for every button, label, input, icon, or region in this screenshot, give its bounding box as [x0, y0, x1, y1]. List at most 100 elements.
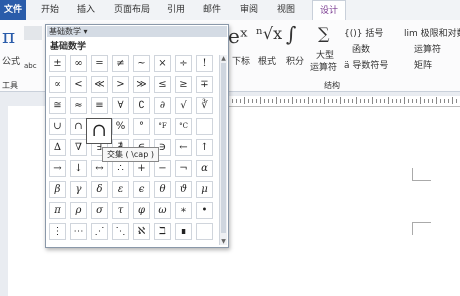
- operator-button[interactable]: 运算符: [414, 42, 441, 55]
- symbol-cell[interactable]: ⋱: [112, 223, 129, 240]
- symbol-cell[interactable]: ↓: [70, 160, 87, 177]
- symbol-cell[interactable]: =: [91, 55, 108, 72]
- symbol-cell[interactable]: ±: [49, 55, 66, 72]
- radical-label[interactable]: 根式: [258, 54, 276, 67]
- symbol-cell[interactable]: →: [49, 160, 66, 177]
- symbol-cell[interactable]: ≫: [133, 76, 150, 93]
- symbol-cell[interactable]: ↑: [196, 139, 213, 156]
- formula-icon[interactable]: π: [2, 24, 15, 48]
- gallery-scrollbar[interactable]: ▲ ▼: [219, 55, 227, 245]
- symbol-cell[interactable]: θ: [154, 181, 171, 198]
- large-operator-label-2[interactable]: 运算符: [310, 60, 337, 73]
- symbol-cell[interactable]: ∀: [112, 97, 129, 114]
- symbol-cell[interactable]: τ: [112, 202, 129, 219]
- symbol-cell[interactable]: ∁: [133, 97, 150, 114]
- symbol-cell[interactable]: ⋰: [91, 223, 108, 240]
- horizontal-ruler[interactable]: [228, 96, 460, 107]
- symbol-cell[interactable]: ↔: [91, 160, 108, 177]
- symbol-cell-hovered[interactable]: ∩: [86, 118, 112, 144]
- tab-review[interactable]: 审阅: [237, 0, 261, 20]
- limit-log-button[interactable]: lim 极限和对数: [404, 26, 460, 39]
- symbol-cell[interactable]: ∇: [70, 139, 87, 156]
- symbol-cell[interactable]: °F: [154, 118, 171, 135]
- symbol-cell[interactable]: π: [49, 202, 66, 219]
- symbol-cell[interactable]: ∎: [175, 223, 192, 240]
- symbol-category-dropdown[interactable]: 基础数学 ▾: [47, 26, 227, 37]
- symbol-cell[interactable]: ℵ: [133, 223, 150, 240]
- symbol-cell[interactable]: ϵ: [133, 181, 150, 198]
- scroll-up-icon[interactable]: ▲: [220, 55, 227, 62]
- scroll-thumb[interactable]: [221, 63, 226, 233]
- tab-page-layout[interactable]: 页面布局: [110, 0, 154, 20]
- symbol-cell[interactable]: [196, 118, 213, 135]
- abc-icon[interactable]: abc: [24, 62, 37, 70]
- symbol-cell[interactable]: !: [196, 55, 213, 72]
- symbol-cell[interactable]: ∴: [112, 160, 129, 177]
- symbol-cell[interactable]: δ: [91, 181, 108, 198]
- tab-view[interactable]: 视图: [274, 0, 298, 20]
- symbol-cell[interactable]: ρ: [70, 202, 87, 219]
- integral-label[interactable]: 积分: [286, 54, 304, 67]
- symbol-cell[interactable]: ¬: [175, 160, 192, 177]
- symbol-cell[interactable]: ϑ: [175, 181, 192, 198]
- symbol-cell[interactable]: ≥: [175, 76, 192, 93]
- radical-icon[interactable]: ⁿ√x: [256, 24, 282, 43]
- tab-design[interactable]: 设计: [312, 0, 346, 21]
- symbol-cell[interactable]: ω: [154, 202, 171, 219]
- symbol-cell[interactable]: −: [154, 160, 171, 177]
- symbol-cell[interactable]: %: [112, 118, 129, 135]
- symbol-cell[interactable]: ≠: [112, 55, 129, 72]
- script-icon[interactable]: eˣ: [228, 24, 248, 48]
- scroll-down-icon[interactable]: ▼: [220, 238, 227, 245]
- symbol-cell[interactable]: ≡: [91, 97, 108, 114]
- symbol-cell[interactable]: ∩: [70, 118, 87, 135]
- symbol-cell[interactable]: ÷: [175, 55, 192, 72]
- symbol-cell[interactable]: ε: [112, 181, 129, 198]
- accent-button[interactable]: ä 导数符号: [344, 58, 388, 71]
- formula-label[interactable]: 公式: [2, 54, 20, 67]
- integral-icon[interactable]: ∫: [286, 22, 296, 46]
- symbol-cell[interactable]: °C: [175, 118, 192, 135]
- symbol-cell[interactable]: ⋮: [49, 223, 66, 240]
- symbol-cell[interactable]: ∓: [196, 76, 213, 93]
- large-operator-icon[interactable]: ∑: [318, 24, 329, 43]
- symbol-cell[interactable]: σ: [91, 202, 108, 219]
- symbol-cell[interactable]: [196, 223, 213, 240]
- tab-mailings[interactable]: 邮件: [200, 0, 224, 20]
- symbol-cell[interactable]: α: [196, 160, 213, 177]
- symbol-cell[interactable]: ≤: [154, 76, 171, 93]
- symbol-cell[interactable]: >: [112, 76, 129, 93]
- symbol-cell[interactable]: φ: [133, 202, 150, 219]
- symbol-cell[interactable]: ~: [133, 55, 150, 72]
- bracket-button[interactable]: {()} 括号: [344, 26, 383, 39]
- symbol-cell[interactable]: ∝: [49, 76, 66, 93]
- symbol-cell[interactable]: ∆: [49, 139, 66, 156]
- linear-format-icon[interactable]: [24, 26, 42, 40]
- symbol-cell[interactable]: β: [49, 181, 66, 198]
- tab-home[interactable]: 开始: [38, 0, 62, 20]
- symbol-cell[interactable]: •: [196, 202, 213, 219]
- symbol-cell[interactable]: ∂: [154, 97, 171, 114]
- symbol-cell[interactable]: ∪: [49, 118, 66, 135]
- tab-file[interactable]: 文件: [0, 0, 26, 20]
- tab-insert[interactable]: 插入: [75, 0, 97, 20]
- symbol-cell[interactable]: +: [133, 160, 150, 177]
- symbol-cell[interactable]: ∞: [70, 55, 87, 72]
- symbol-cell[interactable]: ∗: [175, 202, 192, 219]
- symbol-cell[interactable]: ℶ: [154, 223, 171, 240]
- symbol-cell[interactable]: ←: [175, 139, 192, 156]
- symbol-cell[interactable]: °: [133, 118, 150, 135]
- symbol-cell[interactable]: ∛: [196, 97, 213, 114]
- function-button[interactable]: 函数: [352, 42, 370, 55]
- symbol-cell[interactable]: ×: [154, 55, 171, 72]
- symbol-cell[interactable]: ≅: [49, 97, 66, 114]
- symbol-cell[interactable]: ⋯: [70, 223, 87, 240]
- symbol-cell[interactable]: <: [70, 76, 87, 93]
- symbol-cell[interactable]: ≈: [70, 97, 87, 114]
- symbol-cell[interactable]: ≪: [91, 76, 108, 93]
- tab-references[interactable]: 引用: [165, 0, 187, 20]
- symbol-cell[interactable]: γ: [70, 181, 87, 198]
- symbol-cell[interactable]: μ: [196, 181, 213, 198]
- symbol-cell[interactable]: √: [175, 97, 192, 114]
- subscript-label[interactable]: 下标: [232, 54, 250, 67]
